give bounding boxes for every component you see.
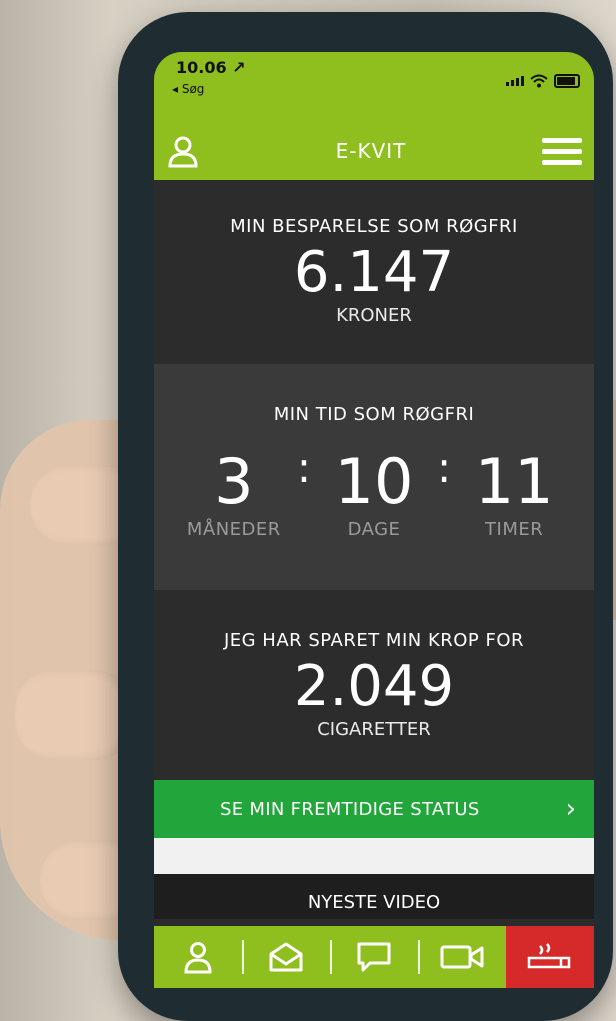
days-column: 10 DAGE	[319, 445, 429, 541]
nav-chat[interactable]	[330, 926, 418, 988]
battery-icon	[554, 74, 580, 88]
app-header: E-KVIT	[154, 122, 594, 180]
time-counter: 3 MÅNEDER : 10 DAGE : 11 TIMER	[154, 443, 594, 540]
menu-icon[interactable]	[541, 137, 582, 165]
hours-column: 11 TIMER	[459, 445, 569, 541]
nav-smoke-free[interactable]	[506, 926, 594, 988]
future-status-label: SE MIN FREMTIDIGE STATUS	[220, 798, 480, 820]
savings-unit: KRONER	[336, 305, 412, 326]
user-icon	[181, 940, 215, 974]
chevron-right-icon: ›	[565, 794, 576, 824]
time-separator: :	[296, 443, 311, 492]
bottom-navigation	[154, 926, 594, 988]
smoke-free-time-panel: MIN TID SOM RØGFRI 3 MÅNEDER : 10 DAGE :…	[154, 364, 594, 590]
newest-video-title: NYESTE VIDEO	[154, 874, 594, 919]
savings-title: MIN BESPARELSE SOM RØGFRI	[230, 216, 518, 237]
cigarettes-unit: CIGARETTER	[317, 719, 431, 740]
envelope-icon	[268, 942, 304, 972]
video-camera-icon	[440, 943, 484, 971]
months-column: 3 MÅNEDER	[179, 445, 289, 541]
days-value: 10	[334, 445, 414, 518]
finger-middle	[15, 670, 135, 760]
hours-label: TIMER	[485, 519, 544, 540]
months-label: MÅNEDER	[186, 519, 281, 540]
wifi-icon	[530, 74, 548, 88]
app-title: E-KVIT	[335, 139, 407, 163]
back-to-search[interactable]: ◂ Søg	[172, 82, 204, 96]
nav-video[interactable]	[418, 926, 506, 988]
no-smoking-icon	[526, 942, 574, 972]
status-bar: 10.06 ↗ ◂ Søg	[154, 52, 594, 122]
nav-messages[interactable]	[242, 926, 330, 988]
nav-profile[interactable]	[154, 926, 242, 988]
savings-value: 6.147	[293, 240, 455, 305]
chat-icon	[356, 941, 392, 973]
profile-icon[interactable]	[166, 134, 200, 168]
months-value: 3	[214, 445, 254, 518]
days-label: DAGE	[347, 519, 401, 540]
app-screen: 10.06 ↗ ◂ Søg E-KVIT MIN BESPARELSE SOM …	[154, 52, 594, 988]
status-time: 10.06 ↗	[176, 58, 246, 77]
status-icons	[506, 74, 580, 88]
content-separator	[154, 838, 594, 874]
cigarettes-value: 2.049	[293, 654, 455, 719]
time-title: MIN TID SOM RØGFRI	[273, 404, 475, 425]
cigarettes-title: JEG HAR SPARET MIN KROP FOR	[223, 630, 525, 651]
cigarettes-panel: JEG HAR SPARET MIN KROP FOR 2.049 CIGARE…	[154, 590, 594, 780]
time-separator: :	[437, 443, 452, 492]
hours-value: 11	[474, 445, 554, 518]
savings-panel: MIN BESPARELSE SOM RØGFRI 6.147 KRONER	[154, 180, 594, 364]
signal-icon	[506, 76, 524, 86]
future-status-button[interactable]: SE MIN FREMTIDIGE STATUS ›	[154, 780, 594, 838]
